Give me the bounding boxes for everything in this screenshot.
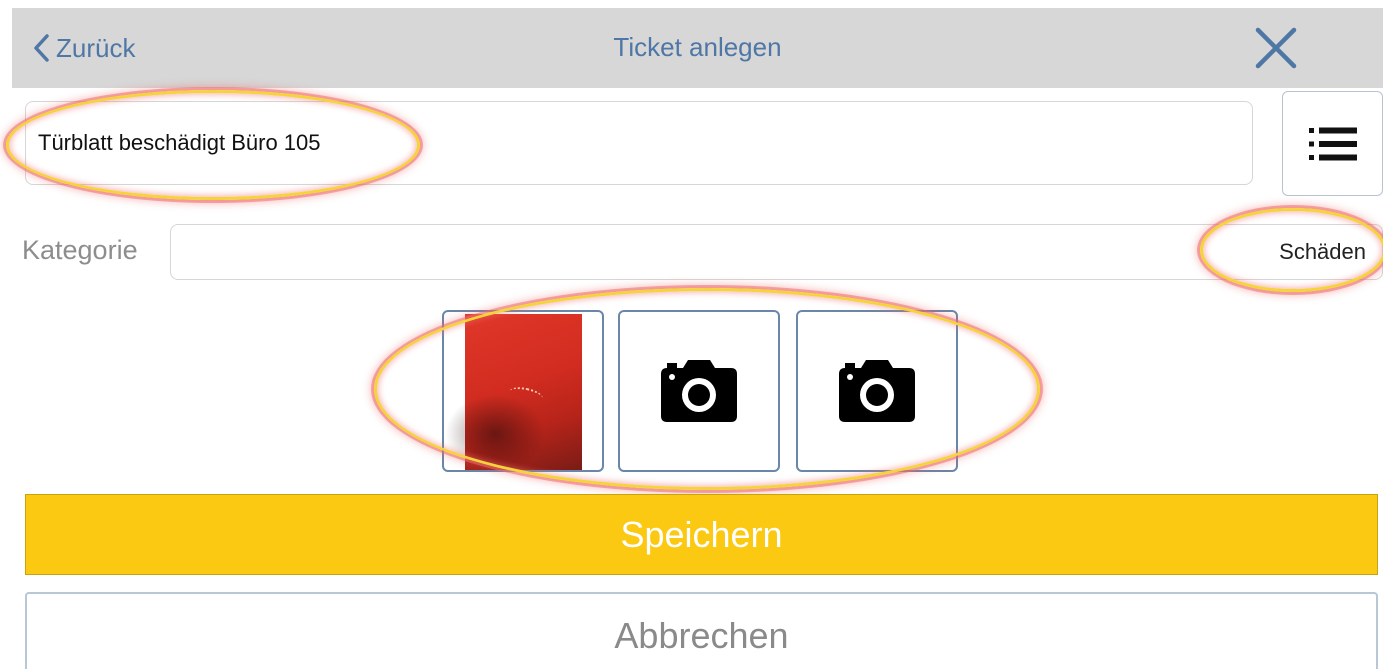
category-value: Schäden (1279, 239, 1366, 264)
ticket-create-screen: Zurück Ticket anlegen Kategorie Schäden (0, 0, 1383, 669)
photo-slot-1[interactable] (442, 310, 604, 472)
camera-button[interactable] (798, 312, 956, 470)
photo-slot-3[interactable] (796, 310, 958, 472)
navigation-bar: Zurück Ticket anlegen (12, 8, 1383, 88)
close-icon (1255, 27, 1297, 69)
save-button[interactable]: Speichern (25, 494, 1378, 575)
photo-shadow (445, 394, 545, 470)
ticket-title-input[interactable] (25, 101, 1253, 185)
close-button[interactable] (1252, 24, 1300, 72)
camera-button[interactable] (620, 312, 778, 470)
chevron-left-icon (34, 34, 49, 62)
back-label: Zurück (56, 32, 136, 63)
cancel-button[interactable]: Abbrechen (25, 592, 1378, 669)
category-select[interactable]: Schäden (170, 224, 1383, 280)
category-label: Kategorie (22, 235, 138, 265)
camera-icon (839, 360, 915, 422)
list-button[interactable] (1282, 91, 1383, 196)
photo-slot-2[interactable] (618, 310, 780, 472)
camera-icon (661, 360, 737, 422)
photo-thumbnail (445, 314, 582, 470)
list-icon (1308, 127, 1357, 160)
page-title: Ticket anlegen (613, 32, 782, 62)
back-button[interactable]: Zurück (32, 30, 135, 66)
